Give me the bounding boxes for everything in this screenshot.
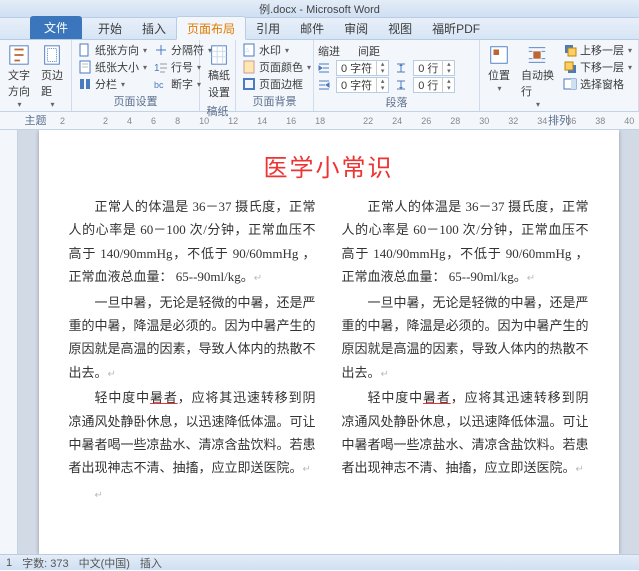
group-label-paragraph: 段落 — [318, 93, 475, 112]
spacing-after-input[interactable]: 0 行▴▾ — [413, 77, 455, 93]
group-label-page-setup: 页面设置 — [76, 92, 195, 111]
text-direction-button[interactable]: 文字方向▾ — [4, 42, 34, 111]
group-label-arrange: 排列 — [484, 111, 634, 130]
group-label-themes: 主题 — [4, 111, 67, 130]
status-page[interactable]: 1 — [6, 557, 12, 569]
tab-mailings[interactable]: 邮件 — [290, 17, 334, 39]
columns-button[interactable]: 分栏▾ — [76, 76, 149, 92]
tab-file[interactable]: 文件 — [30, 16, 82, 39]
text-wrap-icon — [526, 44, 548, 66]
selection-pane-button[interactable]: 选择窗格 — [561, 76, 634, 92]
paper-size-icon — [78, 60, 92, 74]
indent-left-icon — [318, 62, 330, 74]
breaks-icon — [154, 43, 168, 57]
page-color-icon — [242, 60, 256, 74]
send-backward-button[interactable]: 下移一层▾ — [561, 59, 634, 75]
indent-label: 缩进 — [318, 43, 340, 59]
page-border-icon — [242, 77, 256, 91]
watermark-icon: A — [242, 43, 256, 57]
svg-text:1: 1 — [154, 63, 160, 74]
group-label-page-background: 页面背景 — [240, 92, 309, 111]
columns-icon — [78, 77, 92, 91]
bring-forward-icon — [563, 43, 577, 57]
status-language[interactable]: 中文(中国) — [79, 555, 130, 571]
spacing-before-input[interactable]: 0 行▴▾ — [413, 60, 455, 76]
ribbon-tabs: 文件 开始 插入 页面布局 引用 邮件 审阅 视图 福昕PDF — [0, 18, 639, 40]
margins-icon — [41, 44, 63, 66]
indent-right-input[interactable]: 0 字符▴▾ — [336, 77, 389, 93]
margins-button[interactable]: 页边距▾ — [37, 42, 67, 111]
spacing-after-icon — [395, 79, 407, 91]
tab-foxit-pdf[interactable]: 福昕PDF — [422, 17, 490, 39]
hyphenation-icon: bc — [154, 77, 168, 91]
position-icon — [488, 44, 510, 66]
text-wrap-button[interactable]: 自动换行▾ — [517, 42, 558, 111]
svg-text:A: A — [245, 48, 250, 55]
paper-size-button[interactable]: 纸张大小▾ — [76, 59, 149, 75]
title-bar: 例.docx - Microsoft Word — [0, 0, 639, 18]
paper-direction-button[interactable]: 纸张方向▾ — [76, 42, 149, 58]
status-word-count[interactable]: 字数: 373 — [22, 555, 68, 571]
paper-setup-button[interactable]: 稿纸 设置 — [204, 42, 234, 102]
status-insert-mode[interactable]: 插入 — [140, 555, 162, 571]
indent-left-input[interactable]: 0 字符▴▾ — [336, 60, 389, 76]
tab-insert[interactable]: 插入 — [132, 17, 176, 39]
watermark-button[interactable]: A水印▾ — [240, 42, 313, 58]
selection-pane-icon — [563, 77, 577, 91]
document-area: 医学小常识 正常人的体温是 36－37 摄氏度，正常人的心率是 60－100 次… — [0, 130, 639, 554]
tab-home[interactable]: 开始 — [88, 17, 132, 39]
column-right: 正常人的体温是 36－37 摄氏度，正常人的心率是 60－100 次/分钟，正常… — [342, 195, 589, 507]
spacing-label: 间距 — [358, 43, 380, 59]
bring-forward-button[interactable]: 上移一层▾ — [561, 42, 634, 58]
orientation-icon — [78, 43, 92, 57]
page-color-button[interactable]: 页面颜色▾ — [240, 59, 313, 75]
line-numbers-icon: 1 — [154, 60, 168, 74]
tab-page-layout[interactable]: 页面布局 — [176, 16, 246, 40]
column-left: 正常人的体温是 36－37 摄氏度，正常人的心率是 60－100 次/分钟，正常… — [69, 195, 316, 507]
tab-review[interactable]: 审阅 — [334, 17, 378, 39]
page-border-button[interactable]: 页面边框 — [240, 76, 313, 92]
paper-icon — [208, 44, 230, 66]
text-direction-icon — [8, 44, 30, 66]
spacing-before-icon — [395, 62, 407, 74]
indent-right-icon — [318, 79, 330, 91]
document-title: 医学小常识 — [69, 148, 589, 183]
tab-references[interactable]: 引用 — [246, 17, 290, 39]
tab-view[interactable]: 视图 — [378, 17, 422, 39]
svg-text:bc: bc — [154, 80, 164, 90]
position-button[interactable]: 位置▾ — [484, 42, 514, 95]
vertical-ruler[interactable] — [0, 130, 18, 554]
ribbon: 文字方向▾ 页边距▾ 主题 纸张方向▾ 纸张大小▾ 分栏▾ 分隔符▾ 1行号▾ … — [0, 40, 639, 112]
status-bar: 1 字数: 373 中文(中国) 插入 — [0, 554, 639, 570]
send-backward-icon — [563, 60, 577, 74]
document-page[interactable]: 医学小常识 正常人的体温是 36－37 摄氏度，正常人的心率是 60－100 次… — [39, 130, 619, 554]
